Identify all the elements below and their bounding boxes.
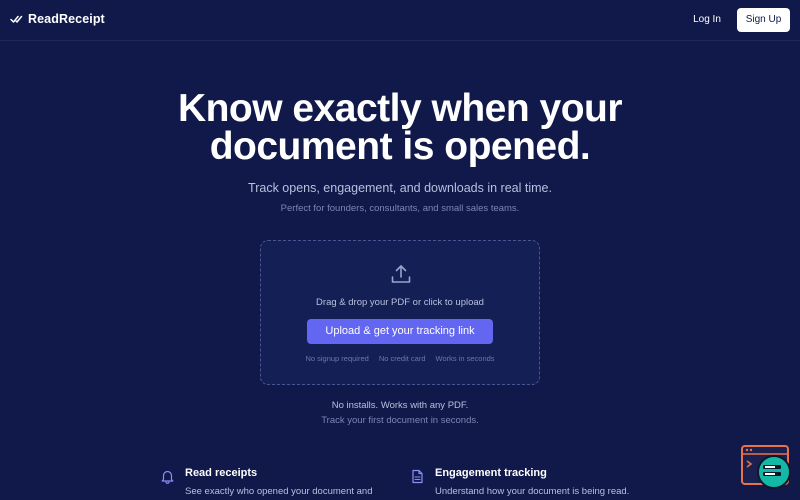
track-first-text: Track your first document in seconds. bbox=[321, 415, 479, 426]
hero-title-line2: document is opened. bbox=[209, 125, 591, 168]
badge-no-signup: No signup required bbox=[305, 354, 369, 363]
double-check-icon bbox=[10, 15, 23, 23]
upload-button[interactable]: Upload & get your tracking link bbox=[307, 319, 493, 344]
upload-icon bbox=[391, 265, 411, 283]
badge-works-in-seconds: Works in seconds bbox=[435, 354, 495, 363]
hero-note: Perfect for founders, consultants, and s… bbox=[280, 203, 520, 214]
badge-no-credit-card: No credit card bbox=[378, 354, 426, 363]
help-widget-icon[interactable] bbox=[741, 445, 791, 490]
hero-subtitle: Track opens, engagement, and downloads i… bbox=[248, 181, 552, 195]
feature-title: Engagement tracking bbox=[435, 467, 547, 479]
feature-description: Understand how your document is being re… bbox=[435, 486, 630, 497]
feature-description: See exactly who opened your document and bbox=[185, 486, 373, 497]
upload-prompt: Drag & drop your PDF or click to upload bbox=[316, 297, 484, 308]
bell-icon bbox=[161, 470, 174, 484]
upload-dropzone[interactable]: Drag & drop your PDF or click to upload … bbox=[260, 240, 540, 385]
top-navbar: ReadReceipt Log In Sign Up bbox=[0, 0, 800, 41]
signup-button[interactable]: Sign Up bbox=[737, 8, 790, 32]
login-link[interactable]: Log In bbox=[687, 11, 727, 29]
no-installs-text: No installs. Works with any PDF. bbox=[331, 400, 469, 411]
upload-badges: No signup required No credit card Works … bbox=[261, 354, 539, 363]
hero-title: Know exactly when your document is opene… bbox=[100, 87, 700, 168]
hero-title-line1: Know exactly when your bbox=[177, 87, 623, 130]
brand-name: ReadReceipt bbox=[28, 12, 105, 26]
feature-title: Read receipts bbox=[185, 467, 258, 479]
document-icon bbox=[412, 469, 423, 484]
brand-logo[interactable]: ReadReceipt bbox=[10, 12, 105, 26]
